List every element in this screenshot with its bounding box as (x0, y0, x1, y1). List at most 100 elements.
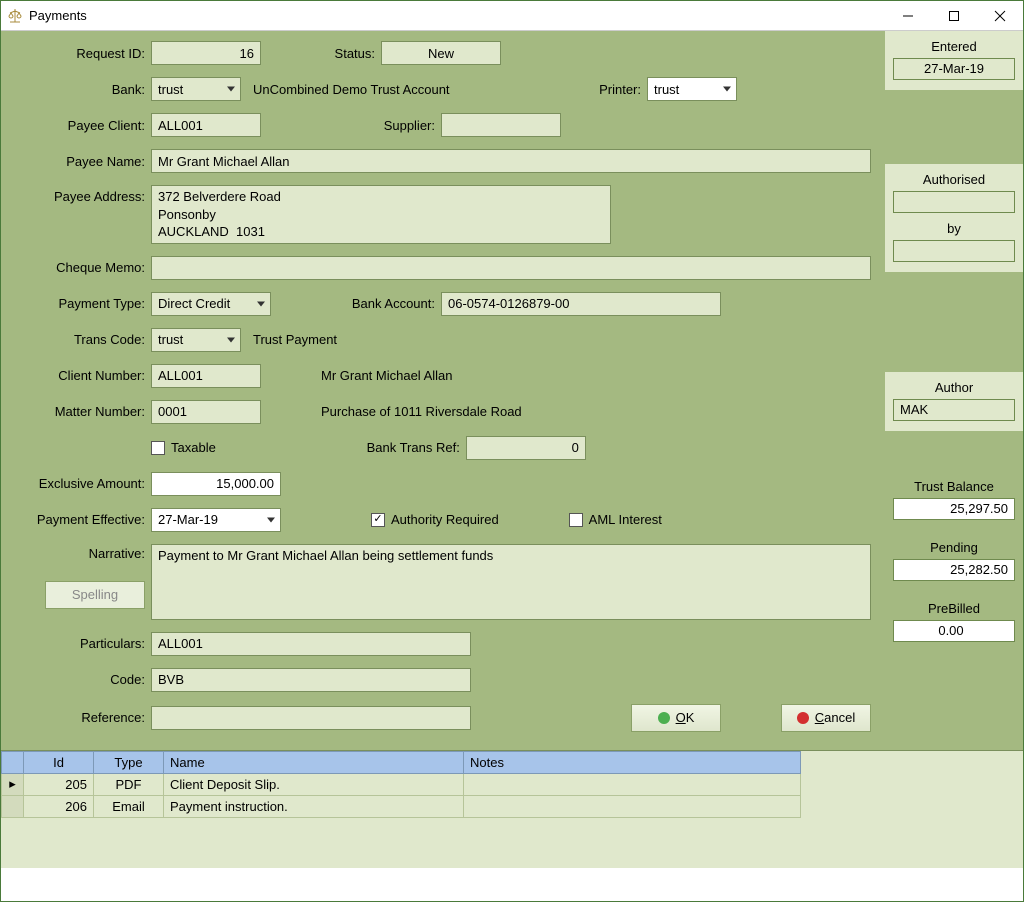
payment-effective-label: Payment Effective: (15, 512, 151, 527)
prebilled-value: 0.00 (893, 620, 1015, 642)
side-spacer-1 (885, 92, 1023, 162)
row-notes (464, 795, 801, 817)
payment-effective-field[interactable] (151, 508, 281, 532)
request-id-field[interactable] (151, 41, 261, 65)
row-notes (464, 773, 801, 795)
narrative-field[interactable] (151, 544, 871, 620)
row-selector[interactable]: ▸ (2, 773, 24, 795)
payments-window: Payments Request ID: Status: Bank: (0, 0, 1024, 902)
side-spacer-2 (885, 274, 1023, 370)
pending-label: Pending (893, 540, 1015, 555)
author-value: MAK (893, 399, 1015, 421)
exclusive-amount-label: Exclusive Amount: (15, 476, 151, 491)
row-name: Client Deposit Slip. (164, 773, 464, 795)
payee-address-field[interactable] (151, 185, 611, 244)
grid-header-id[interactable]: Id (24, 751, 94, 773)
minimize-icon (902, 10, 914, 22)
titlebar: Payments (1, 1, 1023, 31)
narrative-label: Narrative: (89, 544, 151, 561)
ok-button[interactable]: OK (631, 704, 721, 732)
bank-label: Bank: (15, 82, 151, 97)
matter-number-field[interactable] (151, 400, 261, 424)
checkbox-checked-icon (371, 513, 385, 527)
row-id: 206 (24, 795, 94, 817)
trust-balance-label: Trust Balance (893, 479, 1015, 494)
entered-block: Entered 27-Mar-19 (885, 31, 1023, 90)
ok-icon (658, 712, 670, 724)
close-icon (994, 10, 1006, 22)
payment-type-select[interactable] (151, 292, 271, 316)
printer-select[interactable] (647, 77, 737, 101)
author-block: Author MAK (885, 372, 1023, 431)
authorised-value (893, 191, 1015, 213)
form-area: Request ID: Status: Bank: UnCombined Dem… (1, 31, 1023, 751)
checkbox-icon (569, 513, 583, 527)
authorised-block: Authorised by (885, 164, 1023, 272)
grid-header-name[interactable]: Name (164, 751, 464, 773)
cheque-memo-label: Cheque Memo: (15, 260, 151, 275)
supplier-field[interactable] (441, 113, 561, 137)
bank-account-label: Bank Account: (271, 296, 441, 311)
bank-trans-ref-label: Bank Trans Ref: (216, 440, 466, 455)
bank-select[interactable] (151, 77, 241, 101)
bank-description: UnCombined Demo Trust Account (241, 82, 541, 97)
trans-code-desc: Trust Payment (241, 332, 337, 347)
maximize-icon (948, 10, 960, 22)
particulars-field[interactable] (151, 632, 471, 656)
row-type: PDF (94, 773, 164, 795)
trust-balance-value: 25,297.50 (893, 498, 1015, 520)
trans-code-label: Trans Code: (15, 332, 151, 347)
entered-label: Entered (893, 39, 1015, 54)
left-form: Request ID: Status: Bank: UnCombined Dem… (1, 31, 885, 750)
close-button[interactable] (977, 1, 1023, 31)
by-value (893, 240, 1015, 262)
authorised-label: Authorised (893, 172, 1015, 187)
code-field[interactable] (151, 668, 471, 692)
payee-address-label: Payee Address: (15, 185, 151, 204)
maximize-button[interactable] (931, 1, 977, 31)
entered-value: 27-Mar-19 (893, 58, 1015, 80)
grid-header-notes[interactable]: Notes (464, 751, 801, 773)
authority-required-checkbox[interactable]: Authority Required (371, 512, 499, 527)
trans-code-select[interactable] (151, 328, 241, 352)
scales-icon (7, 8, 23, 24)
bank-account-field[interactable] (441, 292, 721, 316)
payee-name-field[interactable] (151, 149, 871, 173)
aml-interest-label: AML Interest (589, 512, 662, 527)
payee-client-field[interactable] (151, 113, 261, 137)
particulars-label: Particulars: (15, 636, 151, 651)
balances-block: Trust Balance 25,297.50 Pending 25,282.5… (885, 433, 1023, 748)
status-field[interactable] (381, 41, 501, 65)
bank-trans-ref-field[interactable] (466, 436, 586, 460)
aml-interest-checkbox[interactable]: AML Interest (569, 512, 662, 527)
attachments-grid[interactable]: Id Type Name Notes ▸ 205 PDF Client Depo… (1, 751, 801, 818)
exclusive-amount-field[interactable] (151, 472, 281, 496)
client-number-desc: Mr Grant Michael Allan (261, 368, 453, 383)
pending-value: 25,282.50 (893, 559, 1015, 581)
matter-number-desc: Purchase of 1011 Riversdale Road (261, 404, 522, 419)
printer-label: Printer: (541, 82, 647, 97)
spelling-button[interactable]: Spelling (45, 581, 145, 609)
cancel-icon (797, 712, 809, 724)
attachments-grid-area: Id Type Name Notes ▸ 205 PDF Client Depo… (1, 751, 1023, 868)
checkbox-icon (151, 441, 165, 455)
table-row[interactable]: ▸ 205 PDF Client Deposit Slip. (2, 773, 801, 795)
row-name: Payment instruction. (164, 795, 464, 817)
minimize-button[interactable] (885, 1, 931, 31)
grid-header-type[interactable]: Type (94, 751, 164, 773)
window-title: Payments (29, 8, 87, 23)
taxable-checkbox[interactable]: Taxable (151, 440, 216, 455)
client-number-label: Client Number: (15, 368, 151, 383)
client-area: Request ID: Status: Bank: UnCombined Dem… (1, 31, 1023, 901)
cheque-memo-field[interactable] (151, 256, 871, 280)
reference-field[interactable] (151, 706, 471, 730)
cancel-button[interactable]: Cancel (781, 704, 871, 732)
grid-row-header-col[interactable] (2, 751, 24, 773)
row-selector[interactable] (2, 795, 24, 817)
payee-client-label: Payee Client: (15, 118, 151, 133)
client-number-field[interactable] (151, 364, 261, 388)
table-row[interactable]: 206 Email Payment instruction. (2, 795, 801, 817)
author-label: Author (893, 380, 1015, 395)
status-label: Status: (261, 46, 381, 61)
prebilled-label: PreBilled (893, 601, 1015, 616)
